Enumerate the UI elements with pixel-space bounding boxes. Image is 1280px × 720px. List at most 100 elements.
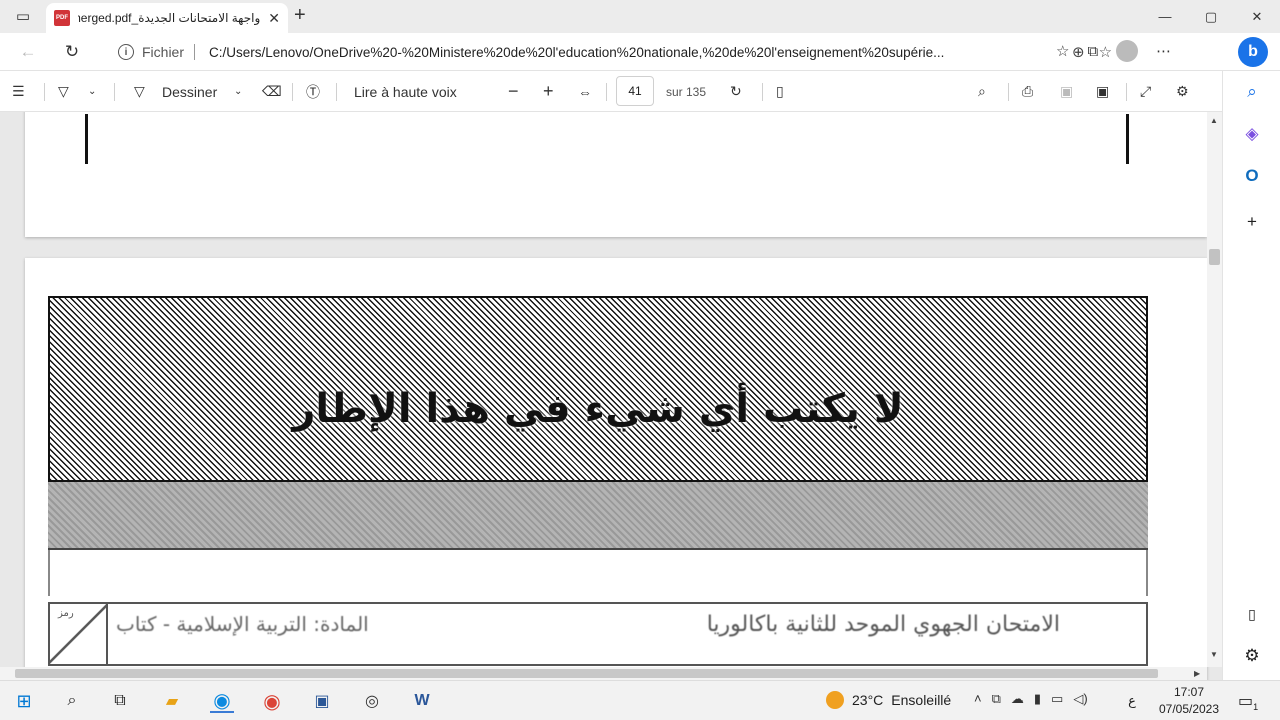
notification-icon[interactable]: ▭1 xyxy=(1238,691,1258,712)
fullscreen-icon[interactable]: ⤢ xyxy=(1140,71,1151,112)
pdf-toolbar: ☰ ▽ ⌄ ▽ Dessiner ⌄ ⌫ Ⓣ Lire à haute voix… xyxy=(0,71,1222,112)
system-tray: ˄ ⧉ ☁ ▮ ▭ ◁) xyxy=(974,691,1088,707)
gray-hatched-band xyxy=(48,482,1148,550)
avatar[interactable] xyxy=(1116,40,1139,62)
clock[interactable]: 17:07 07/05/2023 xyxy=(1152,684,1226,718)
do-not-write-notice: لا يكتب أي شيء في هذا الإطار xyxy=(292,386,904,432)
tab-bar: ▭ PDF واجهة الامتحانات الجديدة_merged.pd… xyxy=(0,0,1280,33)
clock-time: 17:07 xyxy=(1173,685,1205,699)
weather-widget[interactable]: 23°C Ensoleillé xyxy=(826,691,951,709)
task-view-icon[interactable]: ⧉ xyxy=(108,689,132,713)
search-icon[interactable]: ⌕ xyxy=(60,689,84,713)
code-box: رمز xyxy=(50,604,108,664)
divider xyxy=(194,44,196,60)
draw-button[interactable]: Dessiner xyxy=(162,71,217,112)
app-tray-icon[interactable]: ⧉ xyxy=(992,691,1001,707)
language-indicator[interactable]: ع xyxy=(1120,689,1144,713)
minimize-button[interactable]: — xyxy=(1142,0,1188,33)
fit-to-width-icon[interactable]: ⇔ xyxy=(578,71,592,112)
add-icon[interactable]: + xyxy=(1241,211,1263,233)
battery-icon[interactable]: ▭ xyxy=(1051,691,1063,707)
zoom-in-icon[interactable]: + xyxy=(543,71,554,112)
save-icon[interactable]: ▣ xyxy=(1060,71,1073,112)
save-as-icon[interactable]: ▣ xyxy=(1096,71,1109,112)
eraser-icon[interactable]: ⌫ xyxy=(262,71,282,112)
more-menu-icon[interactable]: ⋯ xyxy=(1156,42,1171,60)
sun-icon xyxy=(826,691,844,709)
vertical-scrollbar[interactable] xyxy=(1207,112,1222,667)
page-border-line xyxy=(1126,114,1129,164)
page-view-icon[interactable]: ▯ xyxy=(776,71,784,112)
weather-desc: Ensoleillé xyxy=(891,692,952,708)
tab-title: واجهة الامتحانات الجديدة_merged.pdf xyxy=(78,11,261,25)
vertical-scroll-thumb[interactable] xyxy=(1209,249,1220,265)
code-label: رمز xyxy=(58,608,74,619)
copilot-icon[interactable]: ◈ xyxy=(1241,123,1263,145)
microphone-icon[interactable]: ▮ xyxy=(1034,691,1041,707)
chrome-icon[interactable]: ◉ xyxy=(260,689,284,713)
pdf-page: لا يكتب أي شيء في هذا الإطار رمز المادة:… xyxy=(25,258,1207,680)
page-total: sur 135 xyxy=(666,84,707,99)
pdf-icon: PDF xyxy=(54,10,70,26)
draw-icon[interactable]: ▽ xyxy=(134,71,145,112)
windows-start-icon[interactable]: ⊞ xyxy=(12,689,36,713)
maximize-button[interactable]: ▢ xyxy=(1188,0,1234,33)
bing-icon[interactable]: b xyxy=(1238,37,1268,67)
outlook-icon[interactable]: O xyxy=(1241,165,1263,187)
back-icon[interactable]: ← xyxy=(16,40,40,64)
app-icon[interactable]: ◎ xyxy=(360,689,384,713)
taskbar: ⊞ ⌕ ⧉ ▰ ◉ ◉ ▣ ◎ W 23°C Ensoleillé ˄ ⧉ ☁ … xyxy=(0,680,1280,720)
app-icon[interactable]: ▣ xyxy=(310,689,334,713)
chevron-up-icon[interactable]: ˄ xyxy=(974,691,982,707)
search-icon[interactable]: ⌕ xyxy=(978,71,986,112)
word-icon[interactable]: W xyxy=(410,689,434,713)
edge-icon[interactable]: ◉ xyxy=(210,689,234,713)
close-window-button[interactable]: ✕ xyxy=(1234,0,1280,33)
text-icon[interactable]: Ⓣ xyxy=(306,71,320,112)
notification-count: 1 xyxy=(1253,702,1259,713)
blank-row xyxy=(48,550,1148,596)
search-icon[interactable]: ⌕ xyxy=(1241,81,1263,103)
scroll-down-icon[interactable]: ▼ xyxy=(1210,650,1218,659)
new-tab-button[interactable]: + xyxy=(294,5,306,25)
clock-date: 07/05/2023 xyxy=(1158,702,1220,716)
info-icon[interactable]: i xyxy=(118,44,134,60)
address-bar: ← ↻ i Fichier C:/Users/Lenovo/OneDrive%2… xyxy=(0,33,1280,71)
window-controls: — ▢ ✕ xyxy=(1142,0,1280,33)
hatched-frame: لا يكتب أي شيء في هذا الإطار xyxy=(48,296,1148,482)
url-text[interactable]: C:/Users/Lenovo/OneDrive%20-%20Ministere… xyxy=(209,45,959,60)
edge-sidebar: ⌕ ◈ O + ▯ ⚙ xyxy=(1222,71,1280,680)
weather-temp: 23°C xyxy=(852,692,884,708)
url-field[interactable]: i Fichier C:/Users/Lenovo/OneDrive%20-%2… xyxy=(104,37,1112,67)
close-tab-icon[interactable]: ✕ xyxy=(268,10,280,27)
page-number-input[interactable]: 41 xyxy=(616,76,654,106)
page-border-line xyxy=(85,114,88,164)
pdf-viewer[interactable]: لا يكتب أي شيء في هذا الإطار رمز المادة:… xyxy=(0,112,1222,680)
protocol-label: Fichier xyxy=(142,44,185,60)
refresh-icon[interactable]: ↻ xyxy=(60,40,84,64)
read-aloud-button[interactable]: Lire à haute voix xyxy=(354,71,457,112)
scroll-right-icon[interactable]: ▶ xyxy=(1194,669,1200,678)
settings-gear-icon[interactable]: ⚙ xyxy=(1176,71,1189,112)
horizontal-scroll-thumb[interactable] xyxy=(15,669,1158,678)
table-of-contents-icon[interactable]: ☰ xyxy=(12,71,25,112)
zoom-out-icon[interactable]: − xyxy=(508,71,519,112)
active-tab[interactable]: PDF واجهة الامتحانات الجديدة_merged.pdf … xyxy=(46,3,288,33)
print-icon[interactable]: ⎙ xyxy=(1022,71,1033,112)
collections-icon[interactable]: ⧉ xyxy=(1087,43,1098,60)
exam-header-row: رمز المادة: التربية الإسلامية - كتاب الا… xyxy=(48,602,1148,666)
exam-title: الامتحان الجهوي الموحد للثانية باكالوريا xyxy=(706,612,1060,637)
chevron-down-icon[interactable]: ⌄ xyxy=(88,71,96,112)
tab-actions-icon[interactable]: ▭ xyxy=(14,8,32,25)
volume-icon[interactable]: ◁) xyxy=(1073,691,1087,707)
highlight-icon[interactable]: ▽ xyxy=(58,71,69,112)
scroll-up-icon[interactable]: ▲ xyxy=(1210,116,1218,125)
onedrive-icon[interactable]: ☁ xyxy=(1011,691,1024,707)
chevron-down-icon[interactable]: ⌄ xyxy=(234,71,242,112)
file-explorer-icon[interactable]: ▰ xyxy=(160,689,184,713)
sidebar-toggle-icon[interactable]: ▯ xyxy=(1241,603,1263,625)
settings-gear-icon[interactable]: ⚙ xyxy=(1241,645,1263,667)
rotate-icon[interactable]: ↻ xyxy=(730,71,742,112)
pdf-page xyxy=(25,112,1207,237)
favorites-icon[interactable]: ☆ xyxy=(1056,42,1069,60)
